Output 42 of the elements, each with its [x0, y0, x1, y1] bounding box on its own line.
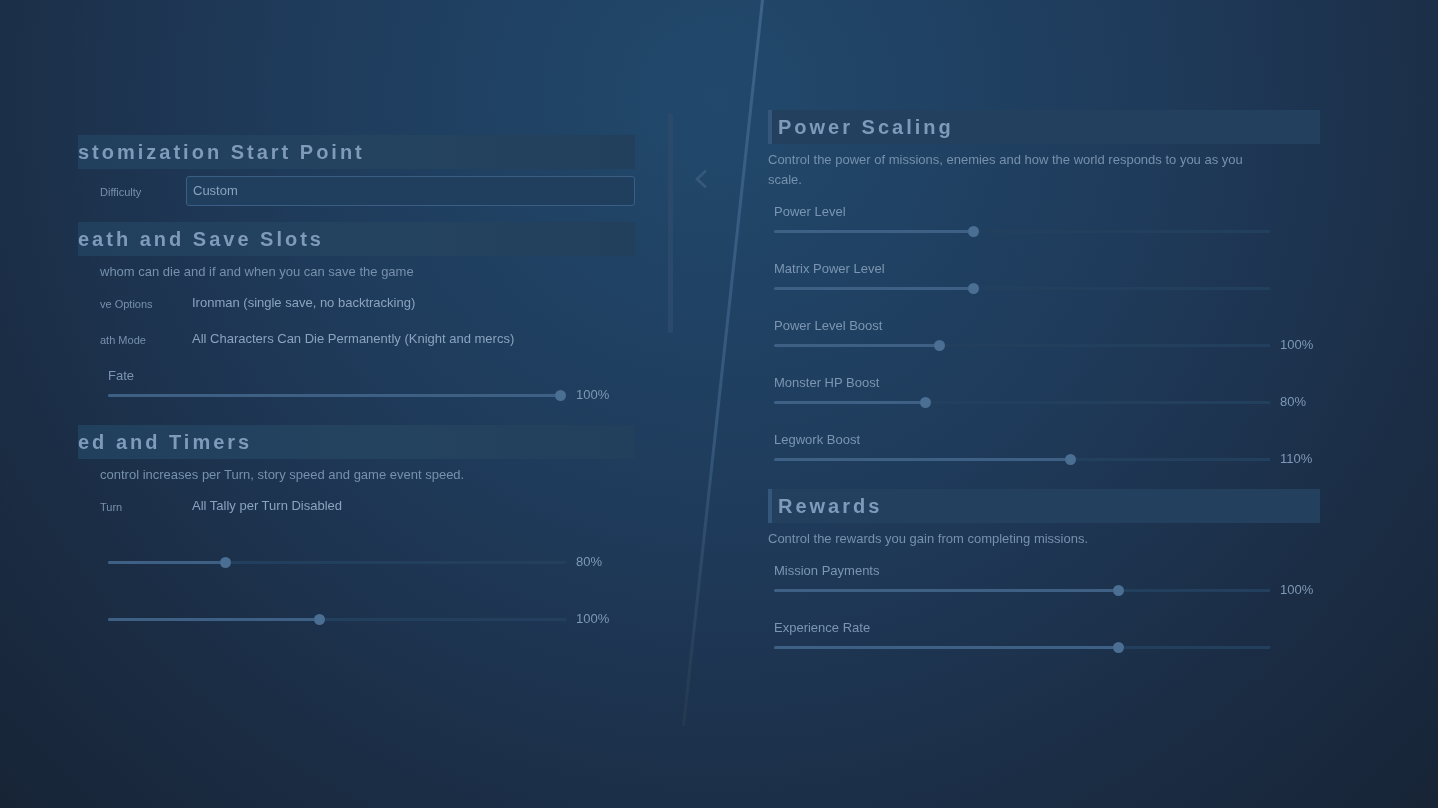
slider-value: 100% [576, 386, 610, 405]
slider-value: 100% [1280, 581, 1314, 600]
slider-label: Power Level [774, 203, 846, 221]
slider-label: Legwork Boost [774, 431, 860, 449]
slider-label: Experience Rate [774, 619, 871, 637]
slider-value: 80% [576, 553, 603, 572]
slider-thumb[interactable] [934, 339, 946, 351]
setting-label: ve Options [100, 298, 153, 310]
slider-value: 80% [1280, 393, 1307, 412]
slider-thumb[interactable] [1065, 453, 1076, 465]
slider-label: Matrix Power Level [774, 260, 885, 278]
slider-thumb[interactable] [968, 282, 979, 294]
slider-value: 100% [1280, 336, 1314, 355]
slider-label: Mission Payments [774, 562, 880, 580]
section-title: eath and Save Slots [78, 227, 324, 252]
section-title: Rewards [777, 494, 883, 519]
slider-thumb[interactable] [313, 613, 325, 625]
section-description: control increases per Turn, story speed and game event speed. [99, 466, 466, 484]
setting-label: Difficulty [100, 186, 142, 198]
section-description: Control the power of missions, enemies and how the world responds to you as you scale. [768, 151, 1244, 189]
slider-thumb[interactable] [1113, 641, 1125, 653]
slider-thumb[interactable] [1113, 584, 1125, 596]
section-description: whom can die and if and when you can save the game [99, 263, 415, 281]
section-description: Control the rewards you gain from completing missions. [768, 530, 1090, 548]
setting-label: ath Mode [100, 334, 146, 346]
section-title: Power Scaling [777, 115, 954, 140]
slider-thumb[interactable] [919, 396, 931, 408]
slider-label: Monster HP Boost [774, 374, 880, 392]
setting-label: Turn [100, 501, 123, 513]
option-value[interactable]: All Characters Can Die Permanently (Knight and mercs) [192, 329, 515, 349]
option-value[interactable]: All Tally per Turn Disabled [192, 496, 343, 516]
slider-thumb[interactable] [555, 389, 566, 401]
slider-value: 110% [1280, 450, 1313, 469]
slider-label: Power Level Boost [774, 317, 883, 335]
slider-value: 100% [576, 610, 610, 629]
slider-thumb[interactable] [968, 225, 979, 237]
slider-label: Fate [108, 367, 134, 385]
option-value[interactable]: Ironman (single save, no backtracking) [192, 293, 416, 313]
section-title: stomization Start Point [78, 140, 365, 165]
slider-thumb[interactable] [219, 556, 231, 568]
section-title: ed and Timers [78, 430, 253, 455]
dropdown-field[interactable]: Custom [186, 176, 635, 206]
